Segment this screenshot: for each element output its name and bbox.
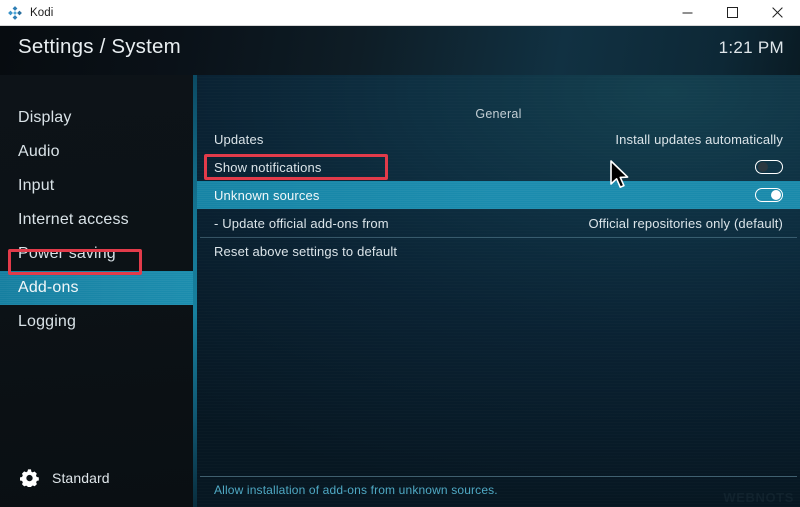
settings-level-label: Standard xyxy=(52,469,110,486)
settings-rows: Updates Install updates automatically Sh… xyxy=(197,125,800,265)
help-description: Allow installation of add-ons from unkno… xyxy=(214,483,498,497)
setting-label: Reset above settings to default xyxy=(214,243,398,259)
sidebar-item-label: Add-ons xyxy=(18,279,79,296)
clock: 1:21 PM xyxy=(718,38,784,57)
sidebar-menu: Display Audio Input Internet access Powe… xyxy=(0,101,197,339)
sidebar-accent-strip xyxy=(193,75,197,507)
gear-icon xyxy=(20,468,39,489)
settings-sidebar: Display Audio Input Internet access Powe… xyxy=(0,75,197,507)
page-title: Settings / System xyxy=(18,35,181,58)
sidebar-item-internet-access[interactable]: Internet access xyxy=(0,203,197,237)
maximize-icon xyxy=(727,7,738,18)
sidebar-item-add-ons[interactable]: Add-ons xyxy=(0,271,197,305)
sidebar-item-label: Input xyxy=(18,177,55,194)
sidebar-item-label: Power saving xyxy=(18,245,116,262)
sidebar-item-input[interactable]: Input xyxy=(0,169,197,203)
sidebar-item-audio[interactable]: Audio xyxy=(0,135,197,169)
sidebar-item-power-saving[interactable]: Power saving xyxy=(0,237,197,271)
watermark: WEBNOTS xyxy=(723,490,794,505)
window-title-text: Kodi xyxy=(30,6,54,19)
setting-label: Unknown sources xyxy=(214,187,320,203)
minimize-icon xyxy=(682,7,693,18)
kodi-window: Kodi Settings / System 1:21 PM Display A… xyxy=(0,0,800,507)
unknown-sources-toggle[interactable] xyxy=(755,188,783,202)
setting-row-show-notifications[interactable]: Show notifications xyxy=(197,153,800,181)
sidebar-item-logging[interactable]: Logging xyxy=(0,305,197,339)
setting-row-updates[interactable]: Updates Install updates automatically xyxy=(197,125,800,153)
toggle-knob xyxy=(757,162,768,172)
setting-row-reset-to-default[interactable]: Reset above settings to default xyxy=(197,237,800,265)
sidebar-item-label: Internet access xyxy=(18,211,129,228)
settings-level-selector[interactable]: Standard xyxy=(20,468,110,489)
setting-value: Official repositories only (default) xyxy=(588,215,783,231)
maximize-button[interactable] xyxy=(710,0,755,26)
kodi-ui: Settings / System 1:21 PM Display Audio … xyxy=(0,26,800,507)
section-title: General xyxy=(475,107,522,121)
close-button[interactable] xyxy=(755,0,800,26)
setting-label: - Update official add-ons from xyxy=(214,215,389,231)
show-notifications-toggle[interactable] xyxy=(755,160,783,174)
setting-label: Show notifications xyxy=(214,159,322,175)
setting-label: Updates xyxy=(214,131,264,147)
sidebar-item-label: Audio xyxy=(18,143,60,160)
sidebar-item-label: Logging xyxy=(18,313,76,330)
setting-row-update-official-addons-from[interactable]: - Update official add-ons from Official … xyxy=(197,209,800,237)
minimize-button[interactable] xyxy=(665,0,710,26)
settings-header: Settings / System 1:21 PM xyxy=(0,26,800,75)
setting-row-unknown-sources[interactable]: Unknown sources xyxy=(197,181,800,209)
help-divider xyxy=(200,476,797,477)
setting-value: Install updates automatically xyxy=(615,131,783,147)
kodi-logo-icon xyxy=(7,5,23,21)
toggle-knob xyxy=(770,190,781,200)
window-title-bar: Kodi xyxy=(0,0,800,26)
settings-content-pane: General Updates Install updates automati… xyxy=(197,75,800,507)
sidebar-item-display[interactable]: Display xyxy=(0,101,197,135)
sidebar-item-label: Display xyxy=(18,109,72,126)
close-icon xyxy=(772,7,783,18)
